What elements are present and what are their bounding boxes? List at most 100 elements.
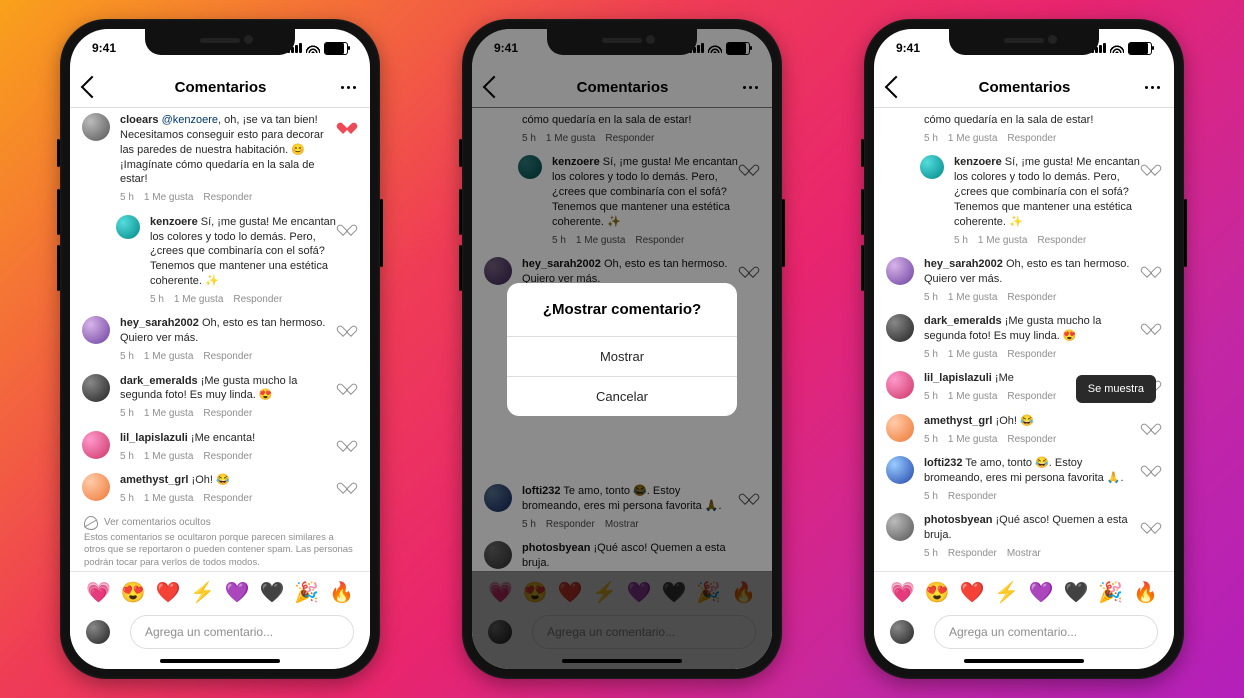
avatar[interactable] [82, 316, 110, 344]
dialog-cancel-button[interactable]: Cancelar [507, 377, 737, 416]
comment-kenzoere[interactable]: kenzoere Sí, ¡me gusta! Me encantan los … [874, 149, 1174, 251]
avatar[interactable] [82, 431, 110, 459]
home-indicator[interactable] [964, 659, 1084, 663]
avatar[interactable] [886, 314, 914, 342]
hidden-comments-title: Ver comentarios ocultos [104, 516, 211, 530]
notch [145, 29, 295, 55]
heart-outline-icon [1145, 518, 1157, 530]
like-button[interactable] [336, 473, 358, 505]
modal-overlay[interactable]: ¿Mostrar comentario? Mostrar Cancelar [472, 29, 772, 669]
wifi-icon [306, 43, 320, 53]
emoji-btn[interactable]: 🎉 [294, 580, 319, 605]
emoji-btn[interactable]: 😍 [121, 580, 146, 605]
phone-3: 9:41 Comentarios cómo quedaría en la sal… [864, 19, 1184, 679]
home-indicator[interactable] [160, 659, 280, 663]
my-avatar[interactable] [890, 620, 914, 644]
comment-kenzoere[interactable]: kenzoere Sí, ¡me gusta! Me encantan los … [70, 209, 370, 311]
emoji-btn[interactable]: ⚡ [190, 580, 215, 605]
my-avatar[interactable] [86, 620, 110, 644]
comment-sarah[interactable]: hey_sarah2002 Oh, esto es tan hermoso. Q… [874, 251, 1174, 308]
avatar[interactable] [886, 414, 914, 442]
dialog-title: ¿Mostrar comentario? [507, 283, 737, 337]
emoji-btn[interactable]: 🎉 [1098, 580, 1123, 605]
heart-outline-icon [341, 436, 353, 448]
comment-cloears[interactable]: cloears @kenzoere, oh, ¡se va tan bien! … [70, 107, 370, 209]
like-button[interactable] [336, 215, 358, 307]
more-button[interactable] [1145, 86, 1160, 89]
battery-icon [1128, 42, 1152, 55]
emoji-btn[interactable]: ❤️ [155, 580, 180, 605]
emoji-btn[interactable]: 🖤 [260, 580, 285, 605]
avatar[interactable] [886, 257, 914, 285]
emoji-btn[interactable]: ⚡ [994, 580, 1019, 605]
like-button[interactable] [1140, 314, 1162, 361]
comment-lil-lapislazuli[interactable]: lil_lapislazuli ¡Me encanta! 5 h1 Me gus… [70, 425, 370, 467]
comment-dark-emeralds[interactable]: dark_emeralds ¡Me gusta mucho la segunda… [70, 368, 370, 425]
heart-outline-icon [1145, 262, 1157, 274]
status-time: 9:41 [92, 41, 116, 55]
back-button[interactable] [888, 79, 904, 95]
avatar[interactable] [82, 113, 110, 141]
emoji-row: 💗 😍 ❤️ ⚡ 💜 🖤 🎉 🔥 [890, 580, 1158, 605]
chevron-left-icon [81, 76, 104, 99]
eye-off-icon [84, 516, 98, 530]
emoji-btn[interactable]: ❤️ [959, 580, 984, 605]
emoji-btn[interactable]: 💜 [225, 580, 250, 605]
comment-amethyst[interactable]: amethyst_grl ¡Oh! 😂 5 h1 Me gustaRespond… [70, 467, 370, 509]
like-button[interactable] [336, 374, 358, 421]
composer: 💗 😍 ❤️ ⚡ 💜 🖤 🎉 🔥 Agrega un comentario... [70, 571, 370, 669]
heart-filled-icon [341, 118, 353, 130]
more-button[interactable] [341, 86, 356, 89]
heart-outline-icon [341, 478, 353, 490]
like-button[interactable] [336, 316, 358, 363]
comments-list[interactable]: cloears @kenzoere, oh, ¡se va tan bien! … [70, 107, 370, 577]
comment-sarah[interactable]: hey_sarah2002 Oh, esto es tan hermoso. Q… [70, 310, 370, 367]
composer: 💗 😍 ❤️ ⚡ 💜 🖤 🎉 🔥 Agrega un comentario... [874, 571, 1174, 669]
like-button[interactable] [1140, 155, 1162, 247]
nav-bar: Comentarios [874, 67, 1174, 108]
heart-outline-icon [341, 379, 353, 391]
like-button[interactable] [1140, 257, 1162, 304]
avatar[interactable] [920, 155, 944, 179]
dialog-show-button[interactable]: Mostrar [507, 337, 737, 377]
emoji-btn[interactable]: 💗 [86, 580, 111, 605]
like-button[interactable] [336, 431, 358, 463]
avatar[interactable] [116, 215, 140, 239]
hidden-comments-section[interactable]: Ver comentarios ocultos Estos comentario… [70, 510, 370, 578]
page-title: Comentarios [979, 79, 1071, 96]
comment-photosbyean[interactable]: photosbyean ¡Qué asco! Quemen a esta bru… [874, 507, 1174, 564]
page-title: Comentarios [175, 79, 267, 96]
phone-2: 9:41 Comentarios cómo quedaría en la sal… [462, 19, 782, 679]
like-button[interactable] [1140, 456, 1162, 503]
like-button[interactable] [336, 113, 358, 205]
emoji-btn[interactable]: 🖤 [1064, 580, 1089, 605]
emoji-btn[interactable]: 💜 [1029, 580, 1054, 605]
emoji-btn[interactable]: 🔥 [1133, 580, 1158, 605]
heart-outline-icon [341, 321, 353, 333]
comment-amethyst[interactable]: amethyst_grl ¡Oh! 😂 5 h1 Me gustaRespond… [874, 408, 1174, 450]
hidden-comments-note: Estos comentarios se ocultaron porque pa… [84, 532, 356, 570]
emoji-btn[interactable]: 😍 [925, 580, 950, 605]
avatar[interactable] [886, 371, 914, 399]
like-button[interactable] [1140, 414, 1162, 446]
chevron-left-icon [885, 76, 908, 99]
heart-outline-icon [1145, 461, 1157, 473]
like-button[interactable] [1140, 513, 1162, 560]
avatar[interactable] [886, 513, 914, 541]
comment-dark-emeralds[interactable]: dark_emeralds ¡Me gusta mucho la segunda… [874, 308, 1174, 365]
emoji-btn[interactable]: 🔥 [329, 580, 354, 605]
heart-outline-icon [1145, 419, 1157, 431]
comments-list[interactable]: cómo quedaría en la sala de estar! 5 h1 … [874, 107, 1174, 577]
back-button[interactable] [84, 79, 100, 95]
comment-input[interactable]: Agrega un comentario... [934, 615, 1158, 649]
avatar[interactable] [82, 473, 110, 501]
emoji-btn[interactable]: 💗 [890, 580, 915, 605]
emoji-row: 💗 😍 ❤️ ⚡ 💜 🖤 🎉 🔥 [86, 580, 354, 605]
battery-icon [324, 42, 348, 55]
show-comment-dialog: ¿Mostrar comentario? Mostrar Cancelar [507, 283, 737, 416]
heart-outline-icon [341, 220, 353, 232]
avatar[interactable] [82, 374, 110, 402]
avatar[interactable] [886, 456, 914, 484]
comment-input[interactable]: Agrega un comentario... [130, 615, 354, 649]
comment-lofti[interactable]: lofti232 Te amo, tonto 😂. Estoy bromeand… [874, 450, 1174, 507]
